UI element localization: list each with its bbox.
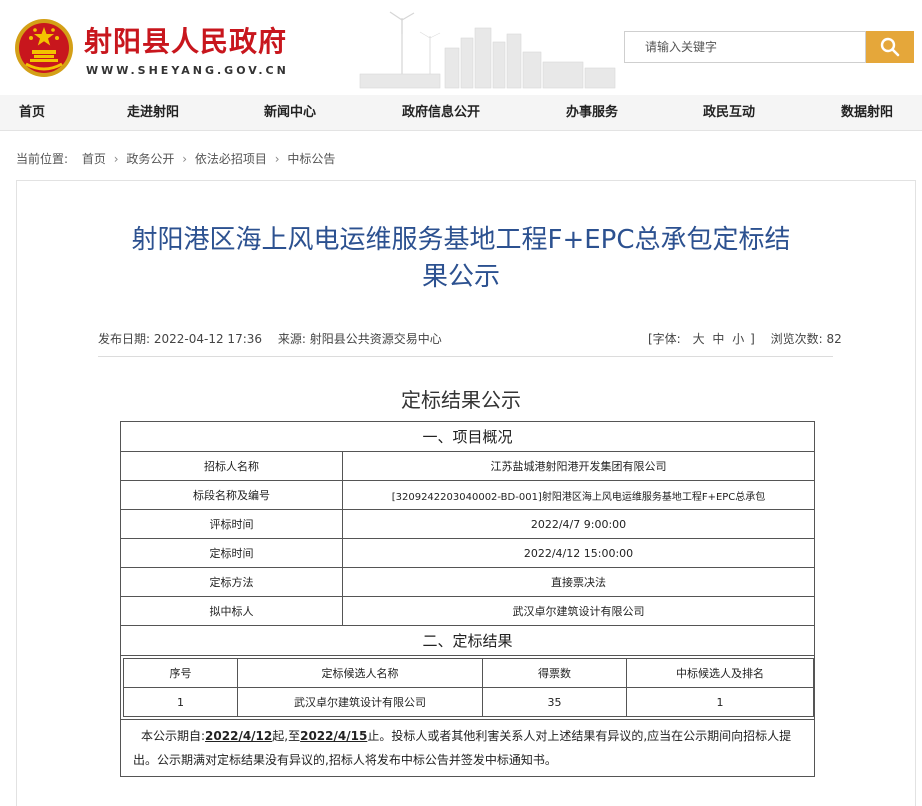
nav-item-gov-info[interactable]: 政府信息公开 bbox=[402, 95, 480, 131]
row-label: 标段名称及编号 bbox=[120, 480, 343, 510]
source-label: 来源: bbox=[277, 332, 306, 346]
table-row: 二、定标结果 bbox=[119, 625, 816, 656]
table-row: 序号 定标候选人名称 得票数 中标候选人及排名 1 武汉卓尔建筑设计有限公司 3… bbox=[119, 655, 816, 720]
breadcrumb-separator: › bbox=[182, 152, 188, 166]
notice-part2: 起,至 bbox=[272, 729, 301, 743]
table-row: 拟中标人 武汉卓尔建筑设计有限公司 bbox=[120, 596, 816, 626]
source-value: 射阳县公共资源交易中心 bbox=[309, 332, 442, 346]
notice-part1: 本公示期自: bbox=[141, 729, 206, 743]
candidate-table: 序号 定标候选人名称 得票数 中标候选人及排名 1 武汉卓尔建筑设计有限公司 3… bbox=[123, 658, 814, 717]
column-header-rank: 中标候选人及排名 bbox=[626, 658, 814, 688]
nav-item-news[interactable]: 新闻中心 bbox=[264, 95, 316, 131]
font-medium-button[interactable]: 中 bbox=[712, 332, 724, 346]
row-label: 评标时间 bbox=[120, 509, 343, 539]
table-row: 一、项目概况 bbox=[119, 421, 816, 452]
city-skyline-decoration bbox=[359, 11, 616, 89]
font-size-label: [字体: bbox=[648, 332, 681, 346]
table-row: 本公示期自:2022/4/12起,至2022/4/15止。投标人或者其他利害关系… bbox=[119, 719, 816, 777]
table-row: 招标人名称 江苏盐城港射阳港开发集团有限公司 bbox=[120, 451, 816, 481]
site-title: 射阳县人民政府 bbox=[84, 25, 288, 58]
national-emblem-icon bbox=[15, 19, 73, 77]
font-large-button[interactable]: 大 bbox=[693, 332, 705, 346]
column-header-candidate: 定标候选人名称 bbox=[237, 658, 483, 688]
breadcrumb-separator: › bbox=[113, 152, 119, 166]
views-count: 82 bbox=[826, 332, 842, 346]
breadcrumb-home[interactable]: 首页 bbox=[82, 152, 106, 166]
row-label: 定标时间 bbox=[120, 538, 343, 568]
row-label: 定标方法 bbox=[120, 567, 343, 597]
breadcrumb-award-notice[interactable]: 中标公告 bbox=[287, 152, 335, 166]
candidate-index: 1 bbox=[123, 687, 238, 717]
row-value: 直接票决法 bbox=[341, 567, 816, 597]
article-meta: 发布日期: 2022-04-12 17:36 来源: 射阳县公共资源交易中心 bbox=[98, 330, 442, 347]
site-url: WWW.SHEYANG.GOV.CN bbox=[86, 64, 289, 77]
column-header-votes: 得票数 bbox=[482, 658, 627, 688]
font-small-button[interactable]: 小 bbox=[732, 332, 744, 346]
row-value: 2022/4/12 15:00:00 bbox=[341, 538, 816, 568]
main-nav: 首页 走进射阳 新闻中心 政府信息公开 办事服务 政民互动 数据射阳 bbox=[0, 95, 922, 131]
breadcrumb-bidding[interactable]: 依法必招项目 bbox=[195, 152, 267, 166]
section1-title: 一、项目概况 bbox=[119, 421, 816, 452]
notice-end-date: 2022/4/15 bbox=[300, 729, 368, 743]
row-label: 招标人名称 bbox=[120, 451, 343, 481]
column-header-index: 序号 bbox=[123, 658, 238, 688]
row-label: 拟中标人 bbox=[120, 596, 343, 626]
candidate-rank: 1 bbox=[626, 687, 814, 717]
publish-date: 2022-04-12 17:36 bbox=[153, 332, 263, 346]
row-value: 武汉卓尔建筑设计有限公司 bbox=[341, 596, 816, 626]
breadcrumb: 当前位置: 首页 › 政务公开 › 依法必招项目 › 中标公告 bbox=[16, 150, 335, 167]
table-row: 评标时间 2022/4/7 9:00:00 bbox=[120, 509, 816, 539]
breadcrumb-separator: › bbox=[274, 152, 280, 166]
search-button[interactable] bbox=[866, 31, 914, 63]
article-tools: [字体: 大 中 小 ] 浏览次数: 82 bbox=[648, 330, 842, 347]
table-row: 标段名称及编号 [3209242203040002-BD-001]射阳港区海上风… bbox=[120, 480, 816, 510]
nav-item-services[interactable]: 办事服务 bbox=[566, 95, 618, 131]
candidate-votes: 35 bbox=[482, 687, 627, 717]
row-value: [3209242203040002-BD-001]射阳港区海上风电运维服务基地工… bbox=[341, 480, 816, 510]
search-input[interactable]: 请输入关键字 bbox=[624, 31, 866, 63]
page-title: 射阳港区海上风电运维服务基地工程F+EPC总承包定标结 果公示 bbox=[0, 222, 922, 296]
award-result-table: 一、项目概况 招标人名称 江苏盐城港射阳港开发集团有限公司 标段名称及编号 [3… bbox=[119, 421, 816, 777]
nav-item-about[interactable]: 走进射阳 bbox=[127, 95, 179, 131]
search-icon bbox=[880, 37, 900, 57]
nav-item-interaction[interactable]: 政民互动 bbox=[703, 95, 755, 131]
views-label: 浏览次数: bbox=[770, 332, 823, 346]
page-title-line1: 射阳港区海上风电运维服务基地工程F+EPC总承包定标结 bbox=[131, 225, 791, 255]
row-value: 江苏盐城港射阳港开发集团有限公司 bbox=[341, 451, 816, 481]
notice-text: 本公示期自:2022/4/12起,至2022/4/15止。投标人或者其他利害关系… bbox=[119, 719, 816, 777]
font-size-close: ] bbox=[750, 332, 755, 346]
candidate-row: 1 武汉卓尔建筑设计有限公司 35 1 bbox=[123, 687, 814, 717]
section2-title: 二、定标结果 bbox=[119, 625, 816, 656]
notice-start-date: 2022/4/12 bbox=[205, 729, 273, 743]
nav-item-home[interactable]: 首页 bbox=[19, 95, 45, 131]
result-inner-cell: 序号 定标候选人名称 得票数 中标候选人及排名 1 武汉卓尔建筑设计有限公司 3… bbox=[119, 655, 816, 720]
candidate-name: 武汉卓尔建筑设计有限公司 bbox=[237, 687, 483, 717]
meta-divider bbox=[98, 356, 833, 357]
breadcrumb-label: 当前位置: bbox=[16, 152, 69, 166]
breadcrumb-gov-affairs[interactable]: 政务公开 bbox=[126, 152, 174, 166]
page-title-line2: 果公示 bbox=[421, 262, 500, 292]
candidate-header-row: 序号 定标候选人名称 得票数 中标候选人及排名 bbox=[123, 658, 814, 688]
nav-item-data[interactable]: 数据射阳 bbox=[841, 95, 893, 131]
table-row: 定标时间 2022/4/12 15:00:00 bbox=[120, 538, 816, 568]
content-heading: 定标结果公示 bbox=[401, 388, 521, 412]
site-header: 射阳县人民政府 WWW.SHEYANG.GOV.CN 请输入关键字 bbox=[0, 0, 922, 95]
table-row: 定标方法 直接票决法 bbox=[120, 567, 816, 597]
row-value: 2022/4/7 9:00:00 bbox=[341, 509, 816, 539]
publish-date-label: 发布日期: bbox=[98, 332, 151, 346]
